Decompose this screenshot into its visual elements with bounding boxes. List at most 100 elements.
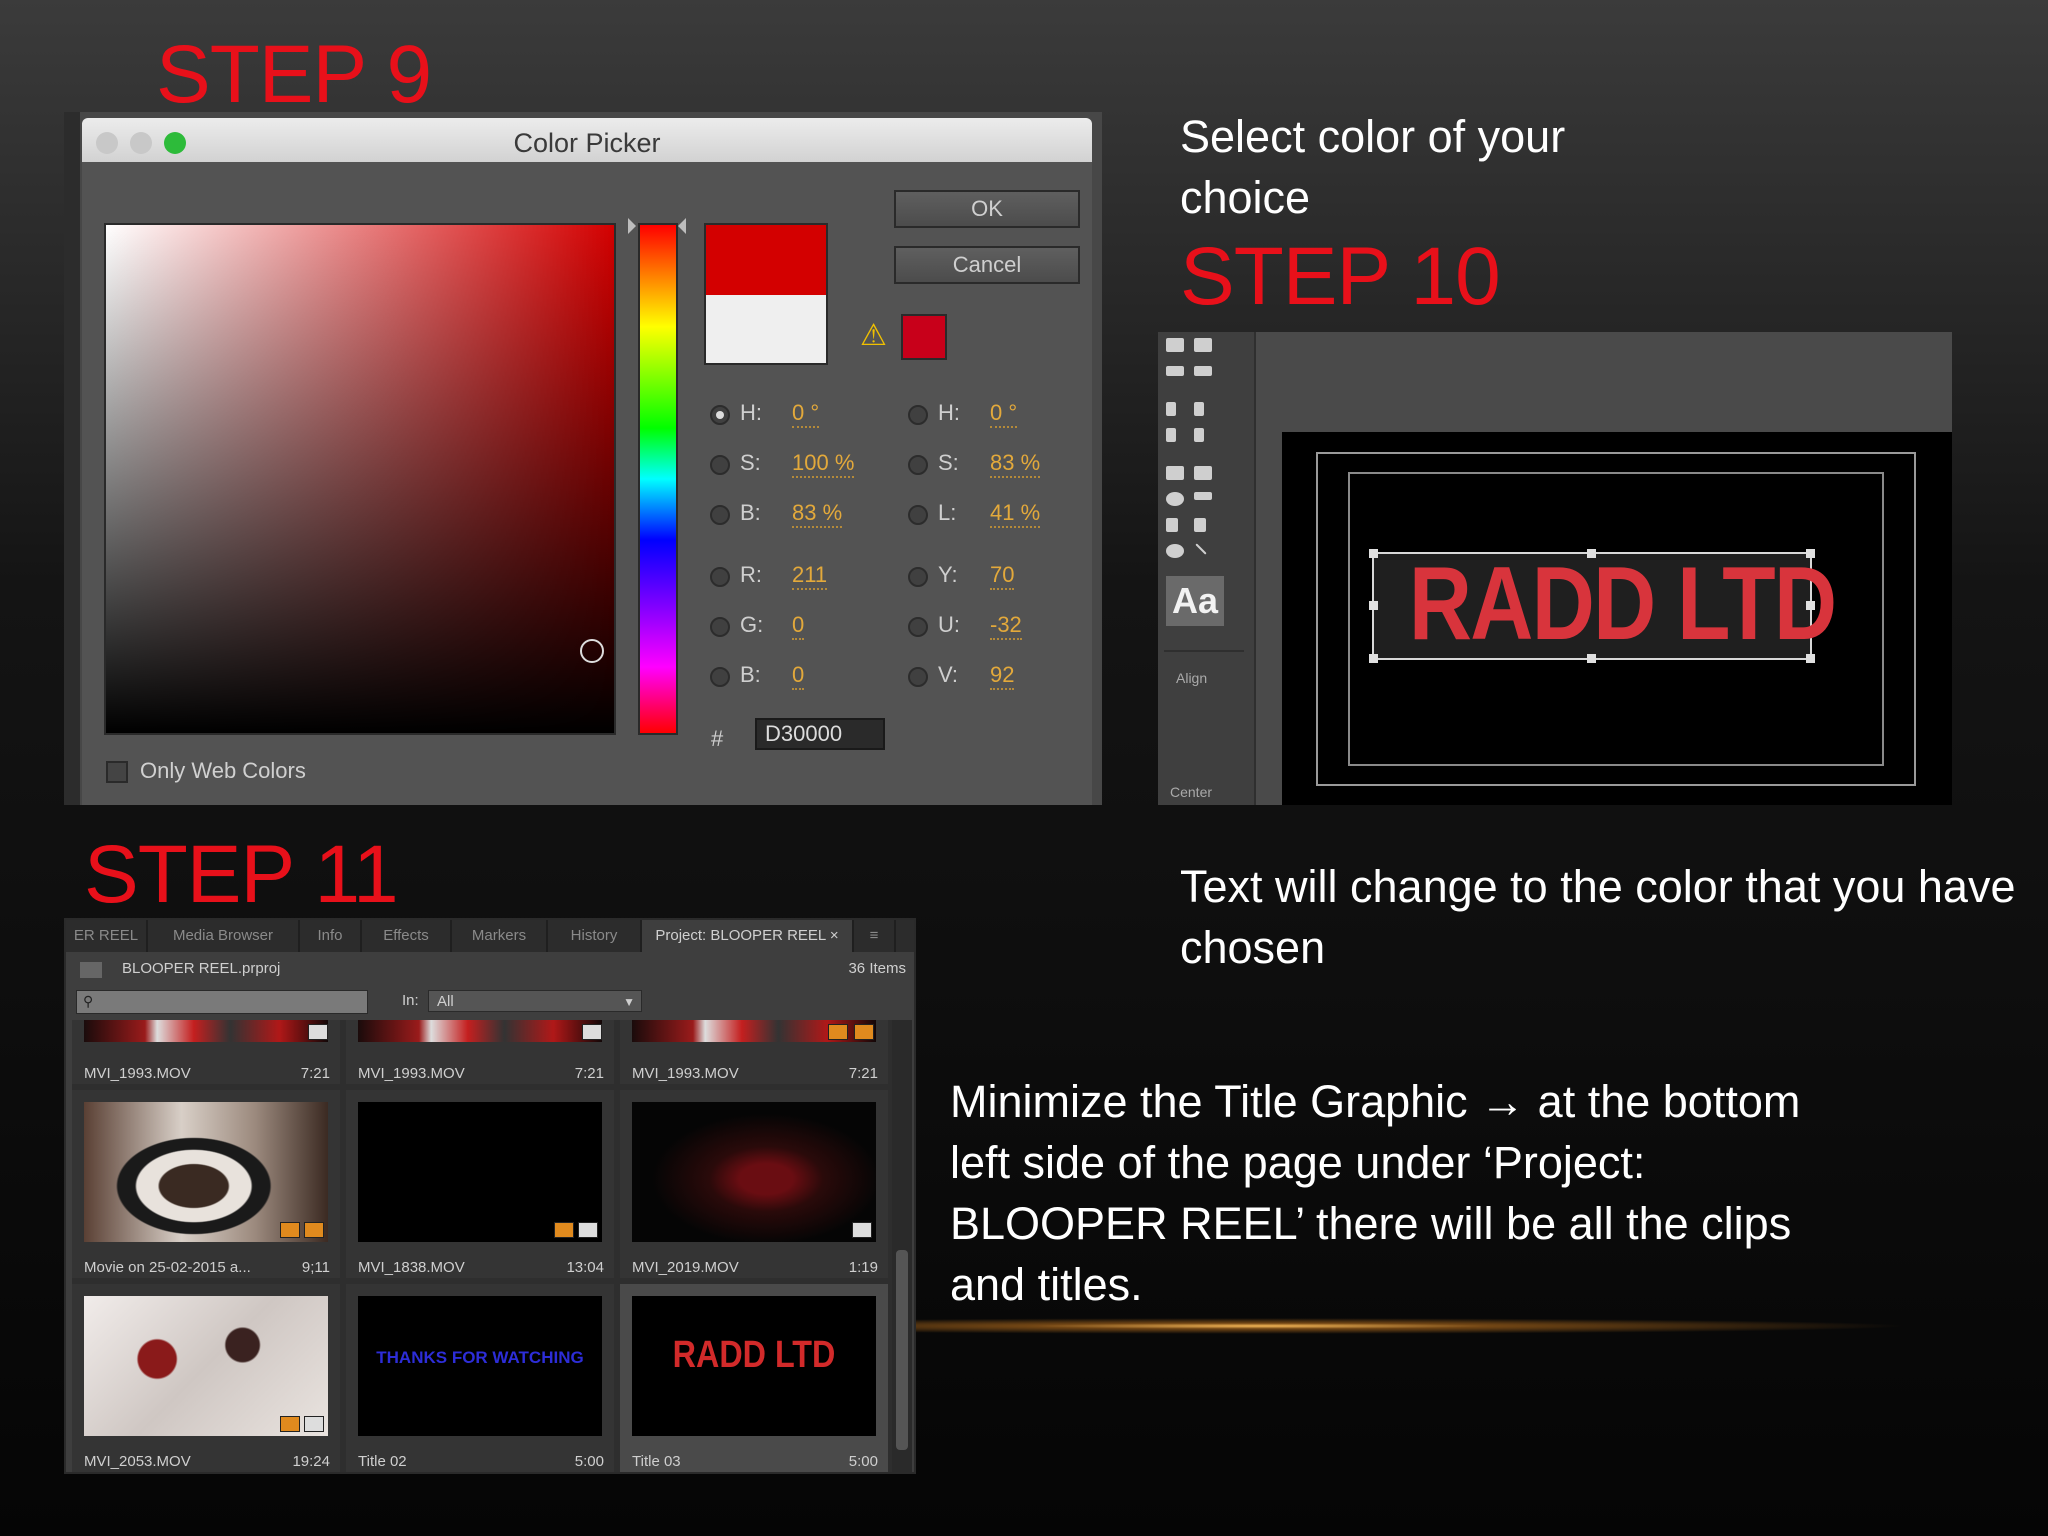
tab-info[interactable]: Info: [300, 920, 362, 952]
in-filter-select[interactable]: All ▼: [428, 990, 642, 1012]
radio-hue[interactable]: [710, 405, 730, 425]
only-web-colors-checkbox[interactable]: Only Web Colors: [106, 758, 306, 784]
current-color-swatch[interactable]: [704, 295, 828, 365]
field-hue-hsl[interactable]: H: 0 °: [908, 400, 1048, 430]
field-value[interactable]: 41 %: [990, 500, 1041, 528]
media-name: Title 02: [358, 1453, 407, 1470]
arc-tool-icon[interactable]: [1194, 518, 1206, 532]
radio-green[interactable]: [710, 617, 730, 637]
resize-handle-top-mid[interactable]: [1587, 549, 1596, 558]
field-value[interactable]: 211: [792, 562, 828, 590]
field-value[interactable]: -32: [990, 612, 1022, 640]
line-tool-icon[interactable]: [1195, 543, 1207, 555]
field-value[interactable]: 0 °: [990, 400, 1018, 428]
field-value[interactable]: 92: [990, 662, 1015, 690]
field-saturation-hsb[interactable]: S: 100 %: [710, 450, 860, 480]
search-input[interactable]: ⚲: [76, 990, 368, 1014]
media-item[interactable]: MVI_1838.MOV 13:04: [346, 1090, 614, 1278]
media-item[interactable]: MVI_2019.MOV 1:19: [620, 1090, 888, 1278]
tab-sequence[interactable]: ER REEL: [66, 920, 148, 952]
field-value[interactable]: 100 %: [792, 450, 855, 478]
circle-tool-icon[interactable]: [1166, 544, 1184, 558]
color-field-cursor[interactable]: [580, 639, 604, 663]
media-item[interactable]: MVI_2053.MOV 19:24: [72, 1284, 340, 1472]
tab-markers[interactable]: Markers: [452, 920, 548, 952]
radio-u[interactable]: [908, 617, 928, 637]
tab-media-browser[interactable]: Media Browser: [148, 920, 300, 952]
radio-brightness[interactable]: [710, 505, 730, 525]
rounded-rectangle-tool-icon[interactable]: [1194, 466, 1212, 480]
ok-button[interactable]: OK: [894, 190, 1080, 228]
field-u[interactable]: U: -32: [908, 612, 1048, 642]
selection-tool-icon[interactable]: [1166, 338, 1184, 352]
pen-tool-icon[interactable]: [1166, 402, 1176, 416]
resize-handle-bottom-mid[interactable]: [1587, 654, 1596, 663]
field-label: R:: [740, 562, 762, 587]
resize-handle-mid-left[interactable]: [1369, 601, 1378, 610]
field-value[interactable]: 83 %: [990, 450, 1041, 478]
radio-blue[interactable]: [710, 667, 730, 687]
media-item-selected[interactable]: RADD LTD Title 03 5:00: [620, 1284, 888, 1472]
panel-menu-icon[interactable]: ≡: [854, 920, 896, 952]
clipped-corner-tool-icon[interactable]: [1194, 492, 1212, 500]
radio-saturation-hsl[interactable]: [908, 455, 928, 475]
add-anchor-tool-icon[interactable]: [1194, 402, 1204, 416]
media-item[interactable]: MVI_1993.MOV 7:21: [72, 1020, 340, 1084]
vertical-type-tool-icon[interactable]: [1194, 366, 1212, 376]
field-value-number: 0: [990, 400, 1003, 425]
hue-slider[interactable]: [638, 223, 678, 735]
radio-v[interactable]: [908, 667, 928, 687]
media-item[interactable]: THANKS FOR WATCHING Title 02 5:00: [346, 1284, 614, 1472]
tab-project-blooper-reel[interactable]: Project: BLOOPER REEL ×: [642, 920, 854, 952]
tab-effects[interactable]: Effects: [362, 920, 452, 952]
field-value[interactable]: 0: [792, 662, 805, 690]
wedge-tool-icon[interactable]: [1166, 518, 1178, 532]
radio-lightness[interactable]: [908, 505, 928, 525]
rectangle-tool-icon[interactable]: [1166, 466, 1184, 480]
resize-handle-bottom-left[interactable]: [1369, 654, 1378, 663]
media-item[interactable]: MVI_1993.MOV 7:21: [346, 1020, 614, 1084]
field-hue-hsb[interactable]: H: 0 °: [710, 400, 850, 430]
radio-y[interactable]: [908, 567, 928, 587]
web-safe-color-swatch[interactable]: [901, 314, 947, 360]
radio-hue-hsl[interactable]: [908, 405, 928, 425]
field-value[interactable]: 0 °: [792, 400, 820, 428]
field-value[interactable]: 83 %: [792, 500, 843, 528]
field-value[interactable]: 70: [990, 562, 1015, 590]
saturation-brightness-field[interactable]: [104, 223, 616, 735]
resize-handle-bottom-right[interactable]: [1806, 654, 1815, 663]
hue-slider-left-arrow-icon[interactable]: [628, 218, 636, 234]
title-text[interactable]: RADD LTD: [1409, 544, 1837, 664]
media-item[interactable]: MVI_1993.MOV 7:21: [620, 1020, 888, 1084]
field-red[interactable]: R: 211: [710, 562, 850, 592]
field-lightness-hsl[interactable]: L: 41 %: [908, 500, 1048, 530]
vertical-scrollbar[interactable]: [892, 1020, 912, 1472]
tab-history[interactable]: History: [548, 920, 642, 952]
field-brightness-hsb[interactable]: B: 83 %: [710, 500, 850, 530]
hue-slider-right-arrow-icon[interactable]: [678, 218, 686, 234]
resize-handle-mid-right[interactable]: [1806, 601, 1815, 610]
field-value[interactable]: 0: [792, 612, 805, 640]
rotation-tool-icon[interactable]: [1194, 338, 1212, 352]
convert-anchor-tool-icon[interactable]: [1166, 428, 1176, 442]
cancel-button[interactable]: Cancel: [894, 246, 1080, 284]
media-item[interactable]: Movie on 25-02-2015 a... 9;11: [72, 1090, 340, 1278]
field-v[interactable]: V: 92: [908, 662, 1048, 692]
field-saturation-hsl[interactable]: S: 83 %: [908, 450, 1048, 480]
resize-handle-top-right[interactable]: [1806, 549, 1815, 558]
radio-red[interactable]: [710, 567, 730, 587]
hex-input[interactable]: D30000: [755, 718, 885, 750]
resize-handle-top-left[interactable]: [1369, 549, 1378, 558]
text-style-aa-icon[interactable]: Aa: [1166, 576, 1224, 626]
out-of-gamut-warning-icon[interactable]: ⚠: [860, 318, 887, 353]
radio-saturation[interactable]: [710, 455, 730, 475]
type-tool-icon[interactable]: [1166, 366, 1184, 376]
scrollbar-thumb[interactable]: [896, 1250, 908, 1450]
ellipse-tool-icon[interactable]: [1166, 492, 1184, 506]
field-blue[interactable]: B: 0: [710, 662, 850, 692]
delete-anchor-tool-icon[interactable]: [1194, 428, 1204, 442]
checkbox-box[interactable]: [106, 761, 128, 784]
field-green[interactable]: G: 0: [710, 612, 850, 642]
text-bounding-box[interactable]: RADD LTD: [1369, 546, 1837, 663]
field-y[interactable]: Y: 70: [908, 562, 1048, 592]
